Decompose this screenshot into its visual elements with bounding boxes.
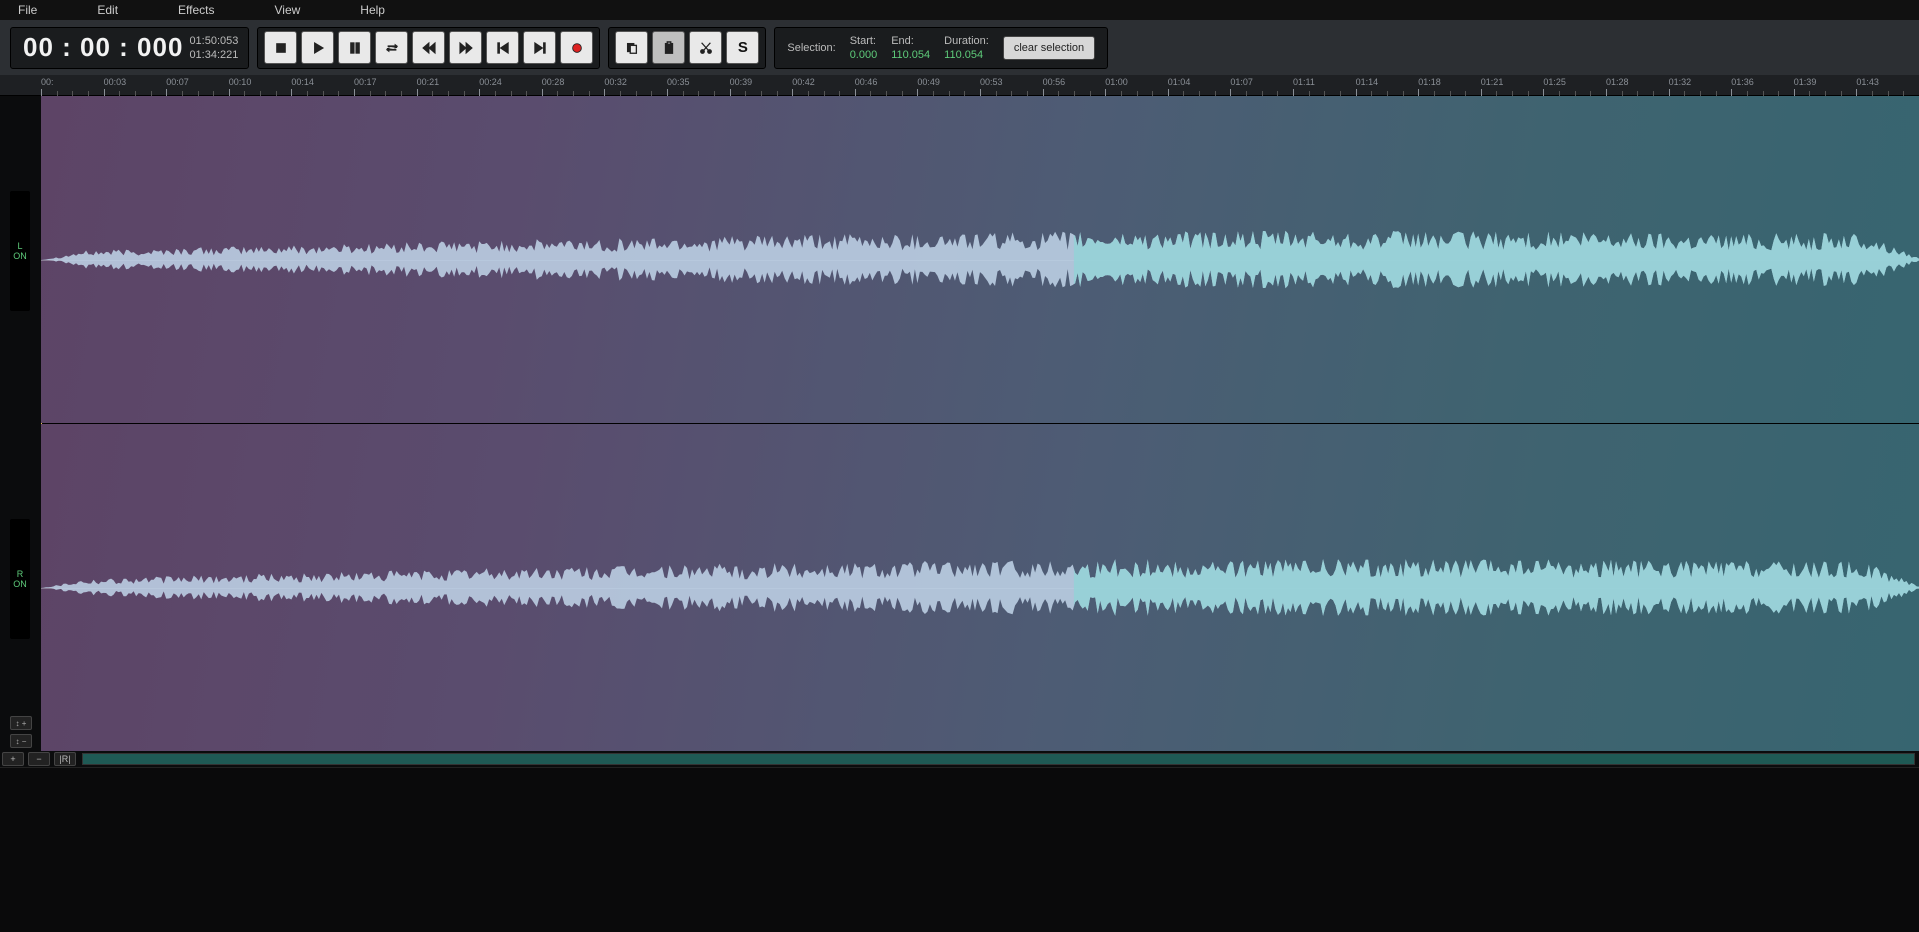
menu-bar: File Edit Effects View Help <box>0 0 1919 20</box>
track-right[interactable] <box>41 424 1919 751</box>
stop-button[interactable] <box>264 31 297 64</box>
selection-duration-value: 110.054 <box>944 48 983 62</box>
selection-start-value: 0.000 <box>850 48 878 62</box>
toolbar: 00 : 00 : 000 01:50:053 01:34:221 S Sele… <box>0 20 1919 75</box>
channel-left-name: L <box>17 241 22 251</box>
clear-selection-button[interactable]: clear selection <box>1003 36 1095 60</box>
time-display-panel: 00 : 00 : 000 01:50:053 01:34:221 <box>10 27 249 69</box>
menu-effects[interactable]: Effects <box>168 1 224 19</box>
selection-label: Selection: <box>787 42 835 54</box>
horizontal-zoom-out-button[interactable]: − <box>28 752 50 766</box>
channel-gutter: L ON R ON ↕ + ↕ − <box>0 96 41 751</box>
menu-view[interactable]: View <box>265 1 311 19</box>
vertical-zoom-in-button[interactable]: ↕ + <box>10 716 32 730</box>
bottom-panel <box>0 767 1919 932</box>
forward-button[interactable] <box>449 31 482 64</box>
menu-edit[interactable]: Edit <box>87 1 128 19</box>
cut-button[interactable] <box>689 31 722 64</box>
horizontal-zoom-in-button[interactable]: + <box>2 752 24 766</box>
time-current: 00 : 00 : 000 <box>17 32 189 63</box>
waveform-right <box>41 424 1919 751</box>
time-total-2: 01:34:221 <box>189 48 238 62</box>
edit-panel: S <box>608 27 766 69</box>
waveform-left <box>41 96 1919 423</box>
selection-start-label: Start: <box>850 34 876 48</box>
selection-panel: Selection: Start: 0.000 End: 110.054 Dur… <box>774 27 1108 69</box>
channel-right-name: R <box>17 569 24 579</box>
paste-button[interactable] <box>652 31 685 64</box>
skip-start-button[interactable] <box>486 31 519 64</box>
selection-duration-label: Duration: <box>944 34 989 48</box>
horizontal-scrollbar-thumb[interactable] <box>83 754 1914 764</box>
record-button[interactable] <box>560 31 593 64</box>
horizontal-scrollbar[interactable] <box>82 753 1915 765</box>
menu-file[interactable]: File <box>8 1 47 19</box>
play-button[interactable] <box>301 31 334 64</box>
zoom-reset-button[interactable]: |R| <box>54 752 76 766</box>
vertical-zoom-out-button[interactable]: ↕ − <box>10 734 32 748</box>
channel-right-state: ON <box>13 579 27 589</box>
selection-end-value: 110.054 <box>891 48 930 62</box>
rewind-button[interactable] <box>412 31 445 64</box>
time-totals: 01:50:053 01:34:221 <box>189 34 242 62</box>
time-ruler[interactable]: 00:00:0300:0700:1000:1400:1700:2100:2400… <box>0 75 1919 96</box>
channel-left-state: ON <box>13 251 27 261</box>
copy-button[interactable] <box>615 31 648 64</box>
transport-panel <box>257 27 600 69</box>
selection-end-label: End: <box>891 34 914 48</box>
pause-button[interactable] <box>338 31 371 64</box>
menu-help[interactable]: Help <box>350 1 395 19</box>
skip-end-button[interactable] <box>523 31 556 64</box>
channel-left-label[interactable]: L ON <box>10 191 30 311</box>
waveform-area[interactable]: L ON R ON ↕ + ↕ − <box>0 96 1919 751</box>
s-button[interactable]: S <box>726 31 759 64</box>
channel-right-label[interactable]: R ON <box>10 519 30 639</box>
loop-button[interactable] <box>375 31 408 64</box>
track-left[interactable] <box>41 96 1919 423</box>
time-total-1: 01:50:053 <box>189 34 238 48</box>
horizontal-scroll-row: + − |R| <box>0 751 1919 767</box>
